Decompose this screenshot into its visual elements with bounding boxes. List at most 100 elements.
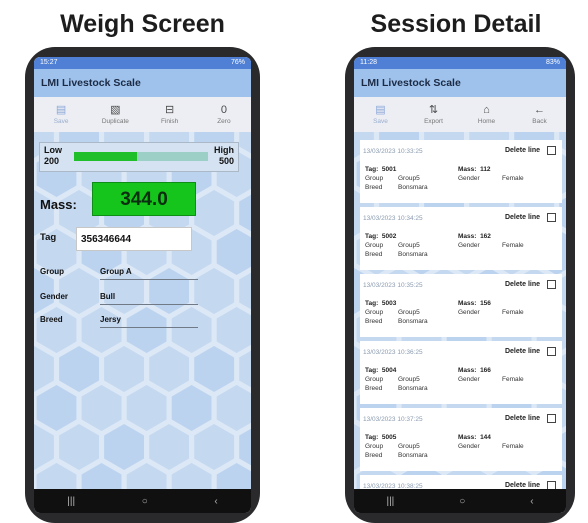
record-breed-label: Breed bbox=[365, 184, 383, 191]
record-mass-value: 162 bbox=[480, 233, 491, 240]
finish-button[interactable]: ⊟ Finish bbox=[150, 103, 190, 126]
mass-prefix: Mass: bbox=[458, 434, 477, 441]
back-chevron-icon[interactable]: ‹ bbox=[530, 496, 533, 507]
zero-button[interactable]: 0 Zero bbox=[204, 103, 244, 126]
duplicate-button[interactable]: ▧ Duplicate bbox=[95, 103, 135, 126]
record-gender-value: Female bbox=[502, 175, 524, 182]
home-circle-icon[interactable]: ○ bbox=[459, 496, 465, 507]
record-tag-value: 5003 bbox=[381, 300, 397, 307]
save-label: Save bbox=[373, 118, 388, 125]
export-button[interactable]: ⇅ Export bbox=[414, 103, 454, 126]
record-timestamp: 13/03/2023 10:33:25 bbox=[363, 148, 423, 155]
tag-prefix: Tag: bbox=[365, 300, 379, 307]
group-label: Group bbox=[40, 267, 64, 276]
record-breed-label: Breed bbox=[365, 385, 383, 392]
record-gender-label: Gender bbox=[458, 443, 480, 450]
home-label: Home bbox=[477, 118, 496, 125]
record-mass-value: 144 bbox=[480, 434, 491, 441]
export-icon: ⇅ bbox=[428, 104, 439, 116]
group-field[interactable]: Group A bbox=[100, 267, 198, 280]
mass-label: Mass: bbox=[40, 197, 77, 212]
record-group-value: Group5 bbox=[398, 443, 420, 450]
home-button[interactable]: ⌂ Home bbox=[467, 103, 507, 126]
record-tag: Tag: 5001 bbox=[365, 166, 396, 173]
session-record: 13/03/2023 10:37:25 Delete line Tag: 5005 M… bbox=[360, 408, 562, 471]
home-circle-icon[interactable]: ○ bbox=[142, 496, 148, 507]
delete-line-checkbox[interactable] bbox=[547, 347, 556, 356]
range-bar-fill bbox=[74, 152, 137, 161]
record-gender-label: Gender bbox=[458, 242, 480, 249]
weight-range-indicator: Low 200 High 500 bbox=[39, 142, 239, 172]
tag-prefix: Tag: bbox=[365, 367, 379, 374]
record-timestamp: 13/03/2023 10:34:25 bbox=[363, 215, 423, 222]
record-group-value: Group5 bbox=[398, 175, 420, 182]
toolbar: ▤ Save ▧ Duplicate ⊟ Finish 0 Zero bbox=[34, 97, 251, 132]
breed-field[interactable]: Jersy bbox=[100, 315, 198, 328]
range-low-label: Low bbox=[44, 145, 62, 155]
weigh-screen: 15:27 76% LMI Livestock Scale ▤ Save ▧ D… bbox=[34, 57, 251, 513]
record-tag-value: 5002 bbox=[381, 233, 397, 240]
tag-input[interactable]: 356346644 bbox=[76, 227, 192, 251]
battery-level: 76% bbox=[230, 59, 245, 66]
delete-line-checkbox[interactable] bbox=[547, 414, 556, 423]
gender-field[interactable]: Bull bbox=[100, 292, 198, 305]
gender-label: Gender bbox=[40, 292, 69, 301]
recents-icon[interactable]: ||| bbox=[386, 496, 394, 507]
status-bar: 15:27 76% bbox=[34, 57, 251, 69]
range-low: Low 200 bbox=[44, 145, 62, 167]
session-phone: 11:28 83% LMI Livestock Scale ▤ Save ⇅ E… bbox=[345, 47, 575, 523]
session-screen: 11:28 83% LMI Livestock Scale ▤ Save ⇅ E… bbox=[354, 57, 566, 513]
zero-icon: 0 bbox=[220, 104, 227, 116]
record-breed-value: Bonsmara bbox=[398, 184, 428, 191]
session-record: 13/03/2023 10:36:25 Delete line Tag: 5004 M… bbox=[360, 341, 562, 404]
record-mass: Mass: 144 bbox=[458, 434, 491, 441]
record-group-value: Group5 bbox=[398, 309, 420, 316]
range-low-value: 200 bbox=[44, 156, 60, 166]
record-mass: Mass: 156 bbox=[458, 300, 491, 307]
record-gender-label: Gender bbox=[458, 175, 480, 182]
status-time: 11:28 bbox=[360, 59, 377, 66]
back-button[interactable]: ← Back bbox=[520, 103, 560, 126]
breed-label: Breed bbox=[40, 315, 63, 324]
record-gender-value: Female bbox=[502, 376, 524, 383]
delete-line-label: Delete line bbox=[504, 482, 540, 489]
record-mass-value: 166 bbox=[480, 367, 491, 374]
record-tag: Tag: 5002 bbox=[365, 233, 396, 240]
record-gender-value: Female bbox=[502, 443, 524, 450]
delete-line-checkbox[interactable] bbox=[547, 280, 556, 289]
save-button[interactable]: ▤ Save bbox=[361, 103, 401, 126]
recents-icon[interactable]: ||| bbox=[67, 496, 75, 507]
zero-label: Zero bbox=[217, 118, 231, 125]
mass-prefix: Mass: bbox=[458, 233, 477, 240]
range-high: High 500 bbox=[214, 145, 234, 167]
battery-level: 83% bbox=[545, 59, 560, 66]
session-record: 13/03/2023 10:33:25 Delete line Tag: 5001 M… bbox=[360, 140, 562, 203]
record-mass-value: 156 bbox=[480, 300, 491, 307]
record-group-label: Group bbox=[365, 242, 384, 249]
record-gender-label: Gender bbox=[458, 376, 480, 383]
android-nav-bar: ||| ○ ‹ bbox=[354, 489, 566, 513]
record-tag: Tag: 5004 bbox=[365, 367, 396, 374]
record-tag-value: 5001 bbox=[381, 166, 397, 173]
record-tag: Tag: 5005 bbox=[365, 434, 396, 441]
finish-label: Finish bbox=[160, 118, 179, 125]
delete-line-checkbox[interactable] bbox=[547, 213, 556, 222]
record-gender-value: Female bbox=[502, 309, 524, 316]
tag-prefix: Tag: bbox=[365, 233, 379, 240]
range-high-value: 500 bbox=[218, 156, 234, 166]
tag-prefix: Tag: bbox=[365, 166, 379, 173]
back-chevron-icon[interactable]: ‹ bbox=[214, 496, 217, 507]
record-gender-value: Female bbox=[502, 242, 524, 249]
delete-line-checkbox[interactable] bbox=[547, 146, 556, 155]
export-label: Export bbox=[424, 118, 443, 125]
range-bar bbox=[74, 152, 208, 161]
weigh-screen-caption: Weigh Screen bbox=[60, 10, 225, 38]
record-tag: Tag: 5003 bbox=[365, 300, 396, 307]
session-record: 13/03/2023 10:34:25 Delete line Tag: 5002 M… bbox=[360, 207, 562, 270]
copy-icon: ▧ bbox=[110, 104, 121, 116]
status-time: 15:27 bbox=[40, 59, 58, 66]
record-breed-value: Bonsmara bbox=[398, 452, 428, 459]
record-breed-label: Breed bbox=[365, 318, 383, 325]
save-button[interactable]: ▤ Save bbox=[41, 103, 81, 126]
record-breed-value: Bonsmara bbox=[398, 385, 428, 392]
